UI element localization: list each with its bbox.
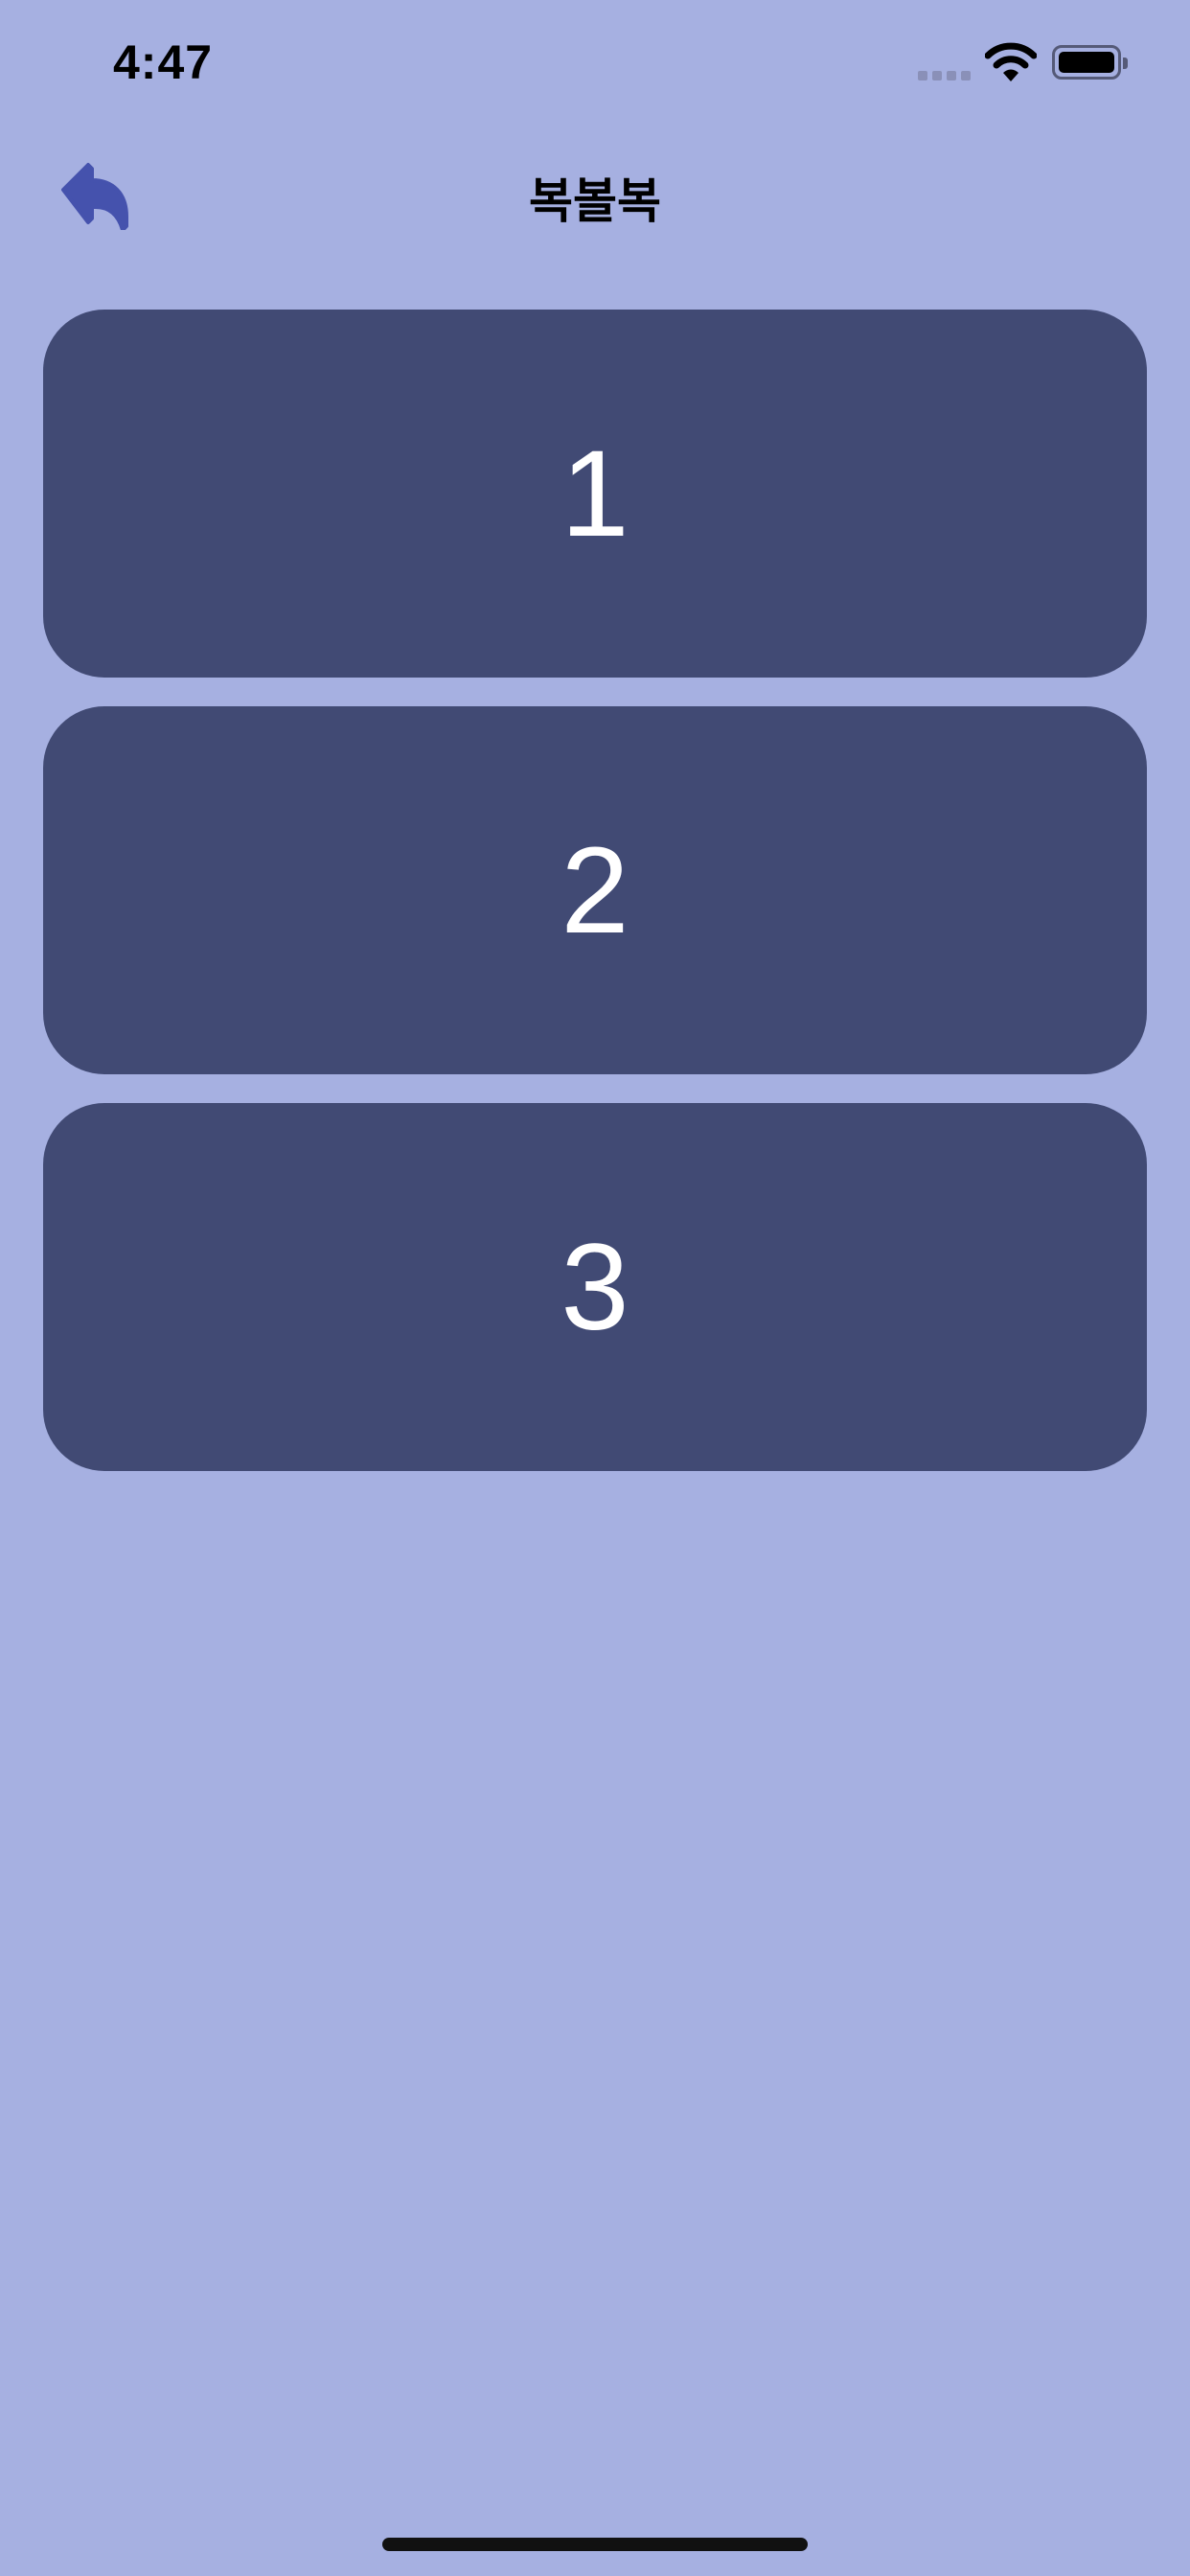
card-label: 1: [561, 425, 629, 563]
card-list: 1 2 3: [43, 310, 1147, 1500]
battery-cap: [1123, 58, 1128, 69]
battery-icon: [1052, 45, 1121, 80]
page-title: 복볼복: [529, 174, 661, 228]
card-1[interactable]: 1: [43, 310, 1147, 678]
card-2[interactable]: 2: [43, 706, 1147, 1074]
status-time: 4:47: [113, 35, 214, 89]
card-label: 2: [561, 821, 629, 959]
nav-bar: 복볼복: [0, 144, 1190, 240]
card-3[interactable]: 3: [43, 1103, 1147, 1471]
signal-dots-icon: [918, 71, 971, 80]
wifi-icon: [984, 42, 1038, 84]
card-label: 3: [561, 1218, 629, 1356]
home-indicator[interactable]: [382, 2538, 808, 2551]
status-bar: 4:47: [0, 0, 1190, 125]
